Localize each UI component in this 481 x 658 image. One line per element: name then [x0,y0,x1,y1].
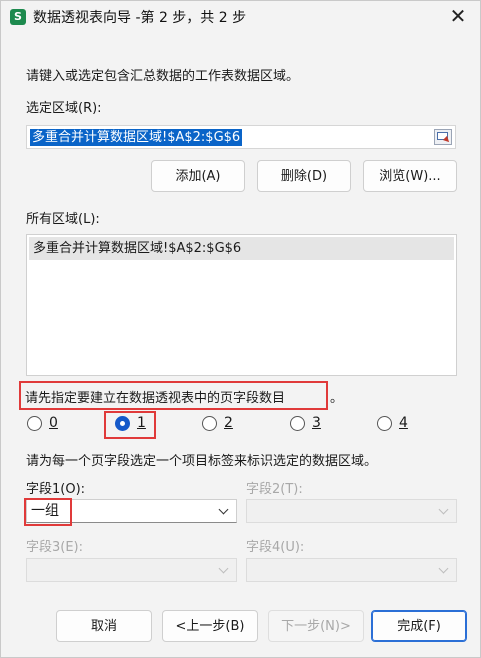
field3-label: 字段3(E): [26,540,84,555]
pivot-wizard-dialog: S 数据透视表向导 -第 2 步，共 2 步 ✕ 请键入或选定包含汇总数据的工作… [0,0,481,658]
range-picker-icon[interactable] [434,129,452,145]
wps-spreadsheet-icon: S [10,9,26,25]
field1-combobox[interactable]: 一组 [26,499,237,523]
all-ranges-list[interactable]: 多重合并计算数据区域!$A$2:$G$6 [26,234,457,376]
selected-range-input[interactable]: 多重合并计算数据区域!$A$2:$G$6 [26,125,456,149]
field2-combobox [246,499,457,523]
field4-combobox [246,558,457,582]
chevron-down-icon [438,563,449,574]
add-button[interactable]: 添加(A) [151,160,245,192]
selected-range-value: 多重合并计算数据区域!$A$2:$G$6 [30,129,243,146]
radio-label-3: 3 [312,415,321,431]
field1-value: 一组 [31,503,59,519]
next-button: 下一步(N)> [268,610,364,642]
radio-label-1: 1 [137,415,146,431]
radio-checked-icon [115,416,130,431]
radio-label-4: 4 [399,415,408,431]
prompt-period: 。 [330,391,344,406]
highlight-box-radio [104,411,156,439]
radio-label-2: 2 [224,415,233,431]
finish-button[interactable]: 完成(F) [371,610,467,642]
chevron-down-icon [438,504,449,515]
all-ranges-label: 所有区域(L): [26,212,100,227]
instruction-text: 请键入或选定包含汇总数据的工作表数据区域。 [26,69,300,84]
chevron-down-icon [218,563,229,574]
selected-range-label: 选定区域(R): [26,101,102,116]
radio-circle-icon [290,416,305,431]
delete-button[interactable]: 删除(D) [257,160,351,192]
back-button[interactable]: <上一步(B) [162,610,258,642]
radio-circle-icon [27,416,42,431]
page-field-count-prompt: 请先指定要建立在数据透视表中的页字段数目 [25,391,286,406]
radio-circle-icon [202,416,217,431]
field3-combobox [26,558,237,582]
window-title: 数据透视表向导 -第 2 步，共 2 步 [33,10,247,26]
browse-button[interactable]: 浏览(W)... [363,160,457,192]
cancel-button[interactable]: 取消 [56,610,152,642]
close-icon: ✕ [449,4,467,28]
radio-label-0: 0 [49,415,58,431]
radio-circle-icon [377,416,392,431]
field4-label: 字段4(U): [246,540,305,555]
list-item[interactable]: 多重合并计算数据区域!$A$2:$G$6 [29,237,454,260]
field-instruction-text: 请为每一个页字段选定一个项目标签来标识选定的数据区域。 [26,454,378,469]
field2-label: 字段2(T): [246,482,303,497]
field1-label: 字段1(O): [26,482,86,497]
chevron-down-icon[interactable] [218,504,229,515]
title-bar[interactable]: S 数据透视表向导 -第 2 步，共 2 步 ✕ [1,1,480,33]
close-button[interactable]: ✕ [436,1,480,33]
